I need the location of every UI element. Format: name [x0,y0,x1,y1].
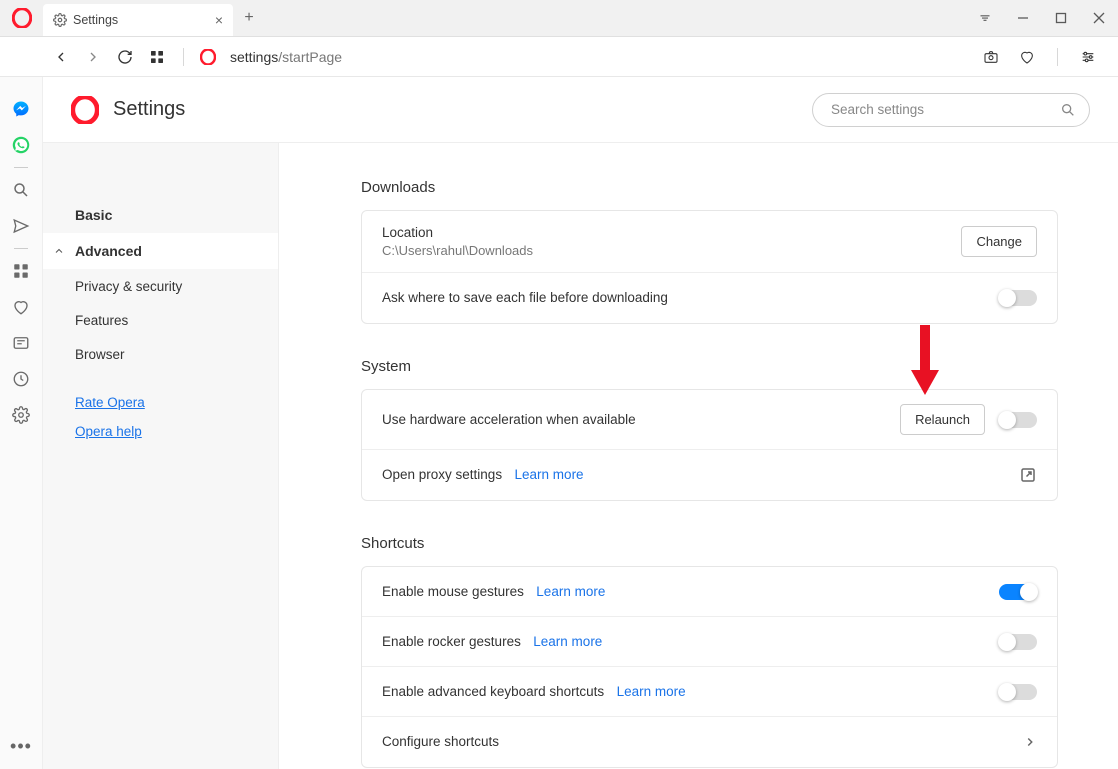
download-location-label: Location [382,225,961,240]
proxy-label: Open proxy settings [382,467,502,482]
ask-save-toggle[interactable] [999,290,1037,306]
ask-save-label: Ask where to save each file before downl… [382,290,668,305]
settings-sidebar: Basic Advanced Privacy & security Featur… [43,143,279,769]
opera-logo-icon [12,8,32,28]
card-system: Use hardware acceleration when available… [361,389,1058,501]
configure-shortcuts-label: Configure shortcuts [382,734,499,749]
sidebar-item-advanced[interactable]: Advanced [43,233,278,269]
gear-icon [53,13,67,27]
row-ask-save: Ask where to save each file before downl… [362,273,1057,323]
tabs-menu-button[interactable] [966,0,1004,36]
row-configure-shortcuts[interactable]: Configure shortcuts [362,717,1057,767]
settings-header: Settings [43,77,1118,143]
tab-close-button[interactable]: × [215,12,223,28]
tab-title: Settings [73,13,118,27]
mouse-gestures-toggle[interactable] [999,584,1037,600]
sidebar-sub-privacy[interactable]: Privacy & security [43,269,278,303]
mouse-gestures-label: Enable mouse gestures [382,584,524,599]
page-title: Settings [113,98,185,121]
reload-button[interactable] [111,43,139,71]
address-field[interactable]: settings/startPage [230,49,342,65]
rocker-gestures-toggle[interactable] [999,634,1037,650]
easy-setup-button[interactable] [1074,43,1102,71]
download-location-value: C:\Users\rahul\Downloads [382,243,961,258]
tab-settings[interactable]: Settings × [43,4,233,36]
minimize-button[interactable] [1004,0,1042,36]
section-title-system: System [361,358,1058,375]
snapshot-button[interactable] [977,43,1005,71]
kbd-shortcuts-toggle[interactable] [999,684,1037,700]
hw-accel-label: Use hardware acceleration when available [382,412,636,427]
change-location-button[interactable]: Change [961,226,1037,257]
forward-button[interactable] [79,43,107,71]
bookmark-button[interactable] [1013,43,1041,71]
sidebar-link-help[interactable]: Opera help [75,424,278,439]
back-button[interactable] [47,43,75,71]
maximize-button[interactable] [1042,0,1080,36]
rail-flow[interactable] [0,208,43,244]
rail-messenger[interactable] [0,91,43,127]
mouse-learn-more[interactable]: Learn more [536,584,605,599]
section-title-shortcuts: Shortcuts [361,535,1058,552]
rail-whatsapp[interactable] [0,127,43,163]
opera-logo-icon [71,96,99,124]
row-kbd-shortcuts: Enable advanced keyboard shortcuts Learn… [362,667,1057,717]
kbd-shortcuts-label: Enable advanced keyboard shortcuts [382,684,604,699]
rocker-gestures-label: Enable rocker gestures [382,634,521,649]
row-mouse-gestures: Enable mouse gestures Learn more [362,567,1057,617]
rocker-learn-more[interactable]: Learn more [533,634,602,649]
speed-dial-button[interactable] [143,43,171,71]
titlebar: Settings × + [0,0,1118,37]
row-hw-accel: Use hardware acceleration when available… [362,390,1057,450]
sidebar-sub-browser[interactable]: Browser [43,337,278,371]
chevron-up-icon [53,245,65,257]
row-rocker-gestures: Enable rocker gestures Learn more [362,617,1057,667]
content: Settings Basic Advanced Privacy & securi… [43,77,1118,769]
sidebar-item-basic[interactable]: Basic [43,197,278,233]
rail-speeddial[interactable] [0,253,43,289]
rail-news[interactable] [0,325,43,361]
app-menu-button[interactable] [0,0,43,36]
settings-main: Downloads Location C:\Users\rahul\Downlo… [279,143,1118,769]
external-link-icon [1019,466,1037,484]
search-settings-input[interactable] [812,93,1090,127]
rail-settings[interactable] [0,397,43,433]
window-controls [966,0,1118,36]
relaunch-button[interactable]: Relaunch [900,404,985,435]
section-title-downloads: Downloads [361,179,1058,196]
chevron-right-icon [1023,735,1037,749]
row-proxy[interactable]: Open proxy settings Learn more [362,450,1057,500]
card-shortcuts: Enable mouse gestures Learn more Enable … [361,566,1058,768]
address-bar: settings/startPage [0,37,1118,77]
sidebar-sub-features[interactable]: Features [43,303,278,337]
left-rail: ••• [0,77,43,769]
card-downloads: Location C:\Users\rahul\Downloads Change… [361,210,1058,324]
hw-accel-toggle[interactable] [999,412,1037,428]
site-identity-icon[interactable] [200,49,216,65]
new-tab-button[interactable]: + [233,0,265,36]
rail-more[interactable]: ••• [0,733,43,769]
row-download-location: Location C:\Users\rahul\Downloads Change [362,211,1057,273]
sidebar-link-rate[interactable]: Rate Opera [75,395,278,410]
rail-history[interactable] [0,361,43,397]
rail-search[interactable] [0,172,43,208]
close-window-button[interactable] [1080,0,1118,36]
search-icon [1060,102,1076,118]
proxy-learn-more[interactable]: Learn more [515,467,584,482]
rail-bookmarks[interactable] [0,289,43,325]
kbd-learn-more[interactable]: Learn more [617,684,686,699]
